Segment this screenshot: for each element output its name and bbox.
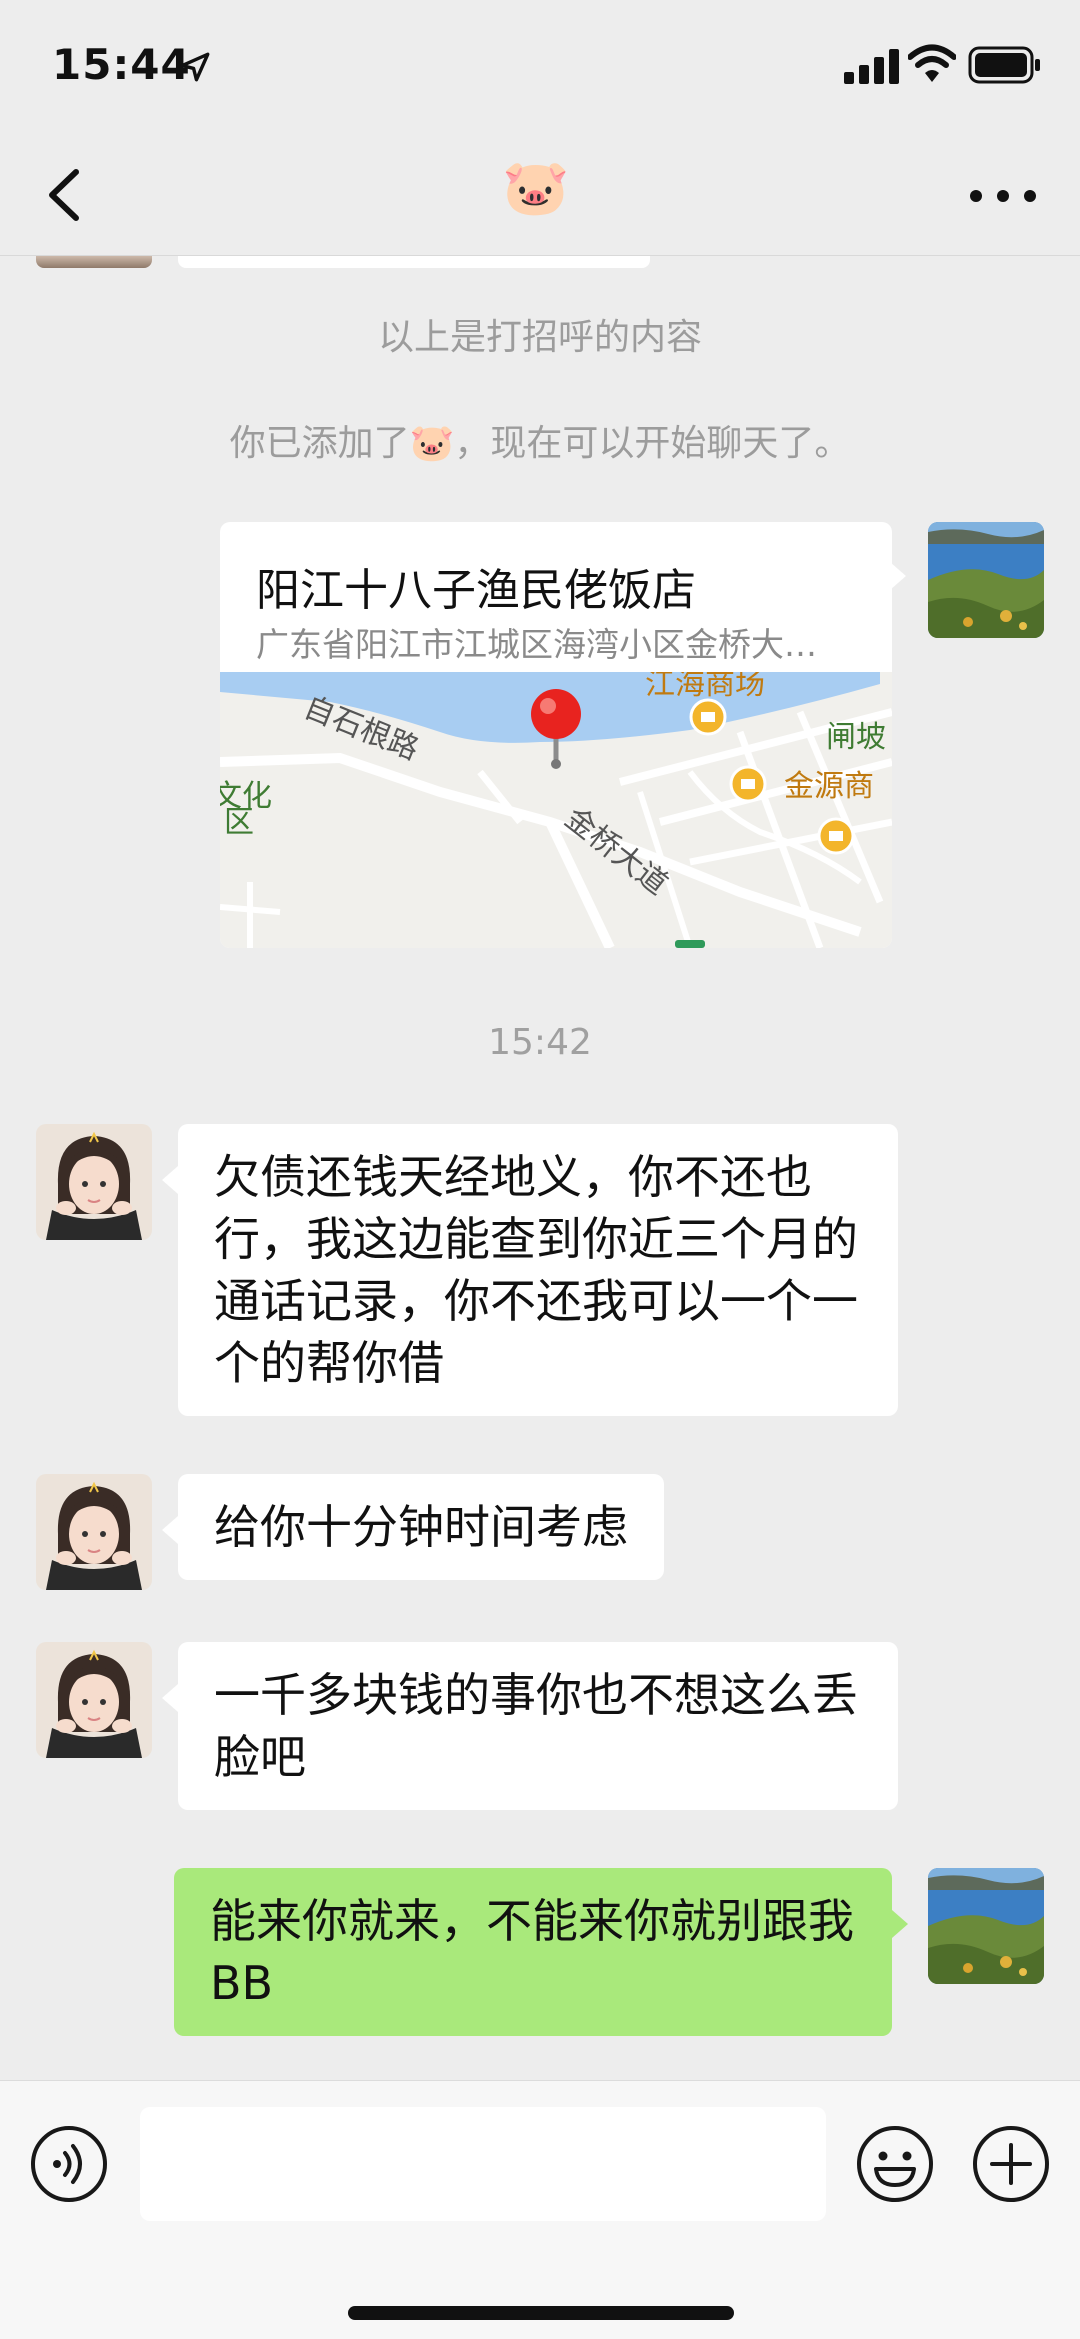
contact-avatar[interactable] (36, 1124, 152, 1240)
bubble-tail (162, 1516, 178, 1544)
map-poi-label: 区 (224, 805, 254, 840)
bubble-tail (162, 1684, 178, 1712)
map-poi-label: 金源商 (784, 769, 874, 804)
greeting-divider-note: 以上是打招呼的内容 (377, 317, 702, 358)
home-indicator[interactable] (348, 2306, 734, 2320)
back-button[interactable] (36, 160, 96, 230)
incoming-message-bubble[interactable]: 一千多块钱的事你也不想这么丢脸吧 (178, 1642, 898, 1810)
status-time: 15:44 (52, 40, 191, 89)
location-message-card[interactable]: 阳江十八子渔民佬饭店 广东省阳江市江城区海湾小区金桥大… 自石根路 金桥大道 江… (220, 522, 892, 948)
message-bubble-partial[interactable] (178, 256, 650, 268)
chat-title: 🐷 (502, 156, 570, 219)
location-address: 广东省阳江市江城区海湾小区金桥大… (256, 625, 817, 664)
message-input[interactable] (140, 2107, 826, 2221)
my-avatar[interactable] (928, 522, 1044, 638)
contact-avatar[interactable] (36, 1642, 152, 1758)
plus-button[interactable] (972, 2125, 1050, 2203)
map-poi-label: 闸坡 (826, 720, 886, 755)
friend-added-note: 你已添加了🐷，现在可以开始聊天了。 (229, 423, 851, 464)
emoji-button[interactable] (856, 2125, 934, 2203)
message-timestamp: 15:42 (488, 1022, 592, 1063)
bubble-tail (892, 1910, 908, 1938)
more-options-button[interactable] (966, 176, 1040, 216)
message-input-bar (0, 2080, 1080, 2339)
contact-avatar[interactable] (36, 256, 152, 268)
battery-icon (968, 46, 1040, 84)
location-map: 自石根路 金桥大道 江海商场 闸坡 金源商 文化 区 (220, 672, 892, 948)
location-name: 阳江十八子渔民佬饭店 (256, 565, 696, 616)
my-avatar[interactable] (928, 1868, 1044, 1984)
bubble-tail (890, 562, 906, 590)
bubble-tail (162, 1166, 178, 1194)
outgoing-message-bubble[interactable]: 能来你就来，不能来你就别跟我 BB (174, 1868, 892, 2036)
incoming-message-bubble[interactable]: 欠债还钱天经地义，你不还也行，我这边能查到你近三个月的通话记录，你不还我可以一个… (178, 1124, 898, 1416)
status-bar: 15:44 (0, 0, 1080, 132)
chat-header: 🐷 (0, 132, 1080, 256)
location-arrow-icon (180, 52, 210, 82)
wifi-icon (908, 44, 956, 82)
map-poi-label: 江海商场 (645, 672, 765, 702)
contact-avatar[interactable] (36, 1474, 152, 1590)
voice-input-button[interactable] (30, 2125, 108, 2203)
cellular-signal-icon (844, 49, 899, 84)
incoming-message-bubble[interactable]: 给你十分钟时间考虑 (178, 1474, 664, 1580)
